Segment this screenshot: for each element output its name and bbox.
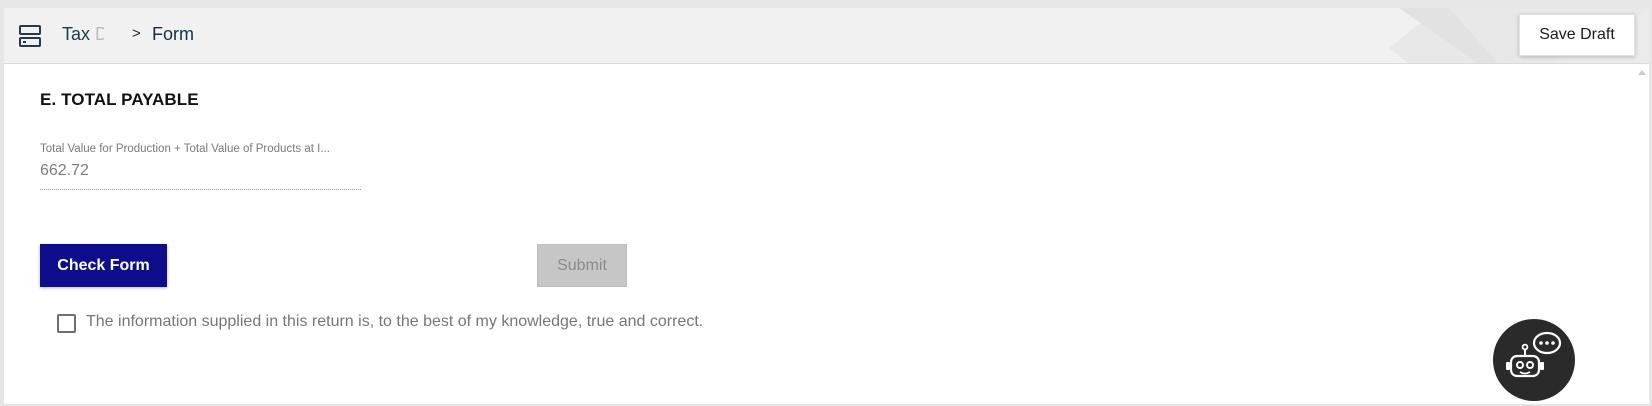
breadcrumb-separator: >	[132, 25, 141, 42]
total-payable-field: Total Value for Production + Total Value…	[40, 142, 361, 190]
server-menu-icon[interactable]	[18, 24, 42, 48]
total-payable-label: Total Value for Production + Total Value…	[40, 143, 330, 155]
top-bar: Tax Das > Form Save Draft	[4, 8, 1649, 64]
chatbot-button[interactable]	[1493, 319, 1575, 401]
breadcrumb-root[interactable]: Tax Das	[62, 8, 104, 63]
submit-button: Submit	[537, 244, 627, 287]
page-frame: Tax Das > Form Save Draft E. TOTAL PAYAB…	[4, 8, 1649, 404]
declaration-text: The information supplied in this return …	[86, 313, 704, 330]
chatbot-icon	[1506, 331, 1562, 378]
scrollbar[interactable]	[1635, 64, 1649, 404]
declaration-checkbox[interactable]	[57, 314, 76, 333]
check-form-button[interactable]: Check Form	[40, 244, 167, 287]
section-title: E. TOTAL PAYABLE	[40, 90, 199, 109]
save-draft-button[interactable]: Save Draft	[1519, 14, 1635, 56]
scroll-up-arrow-icon[interactable]	[1638, 70, 1646, 75]
breadcrumb-current: Form	[152, 24, 194, 44]
total-payable-value: 662.72	[40, 162, 89, 179]
